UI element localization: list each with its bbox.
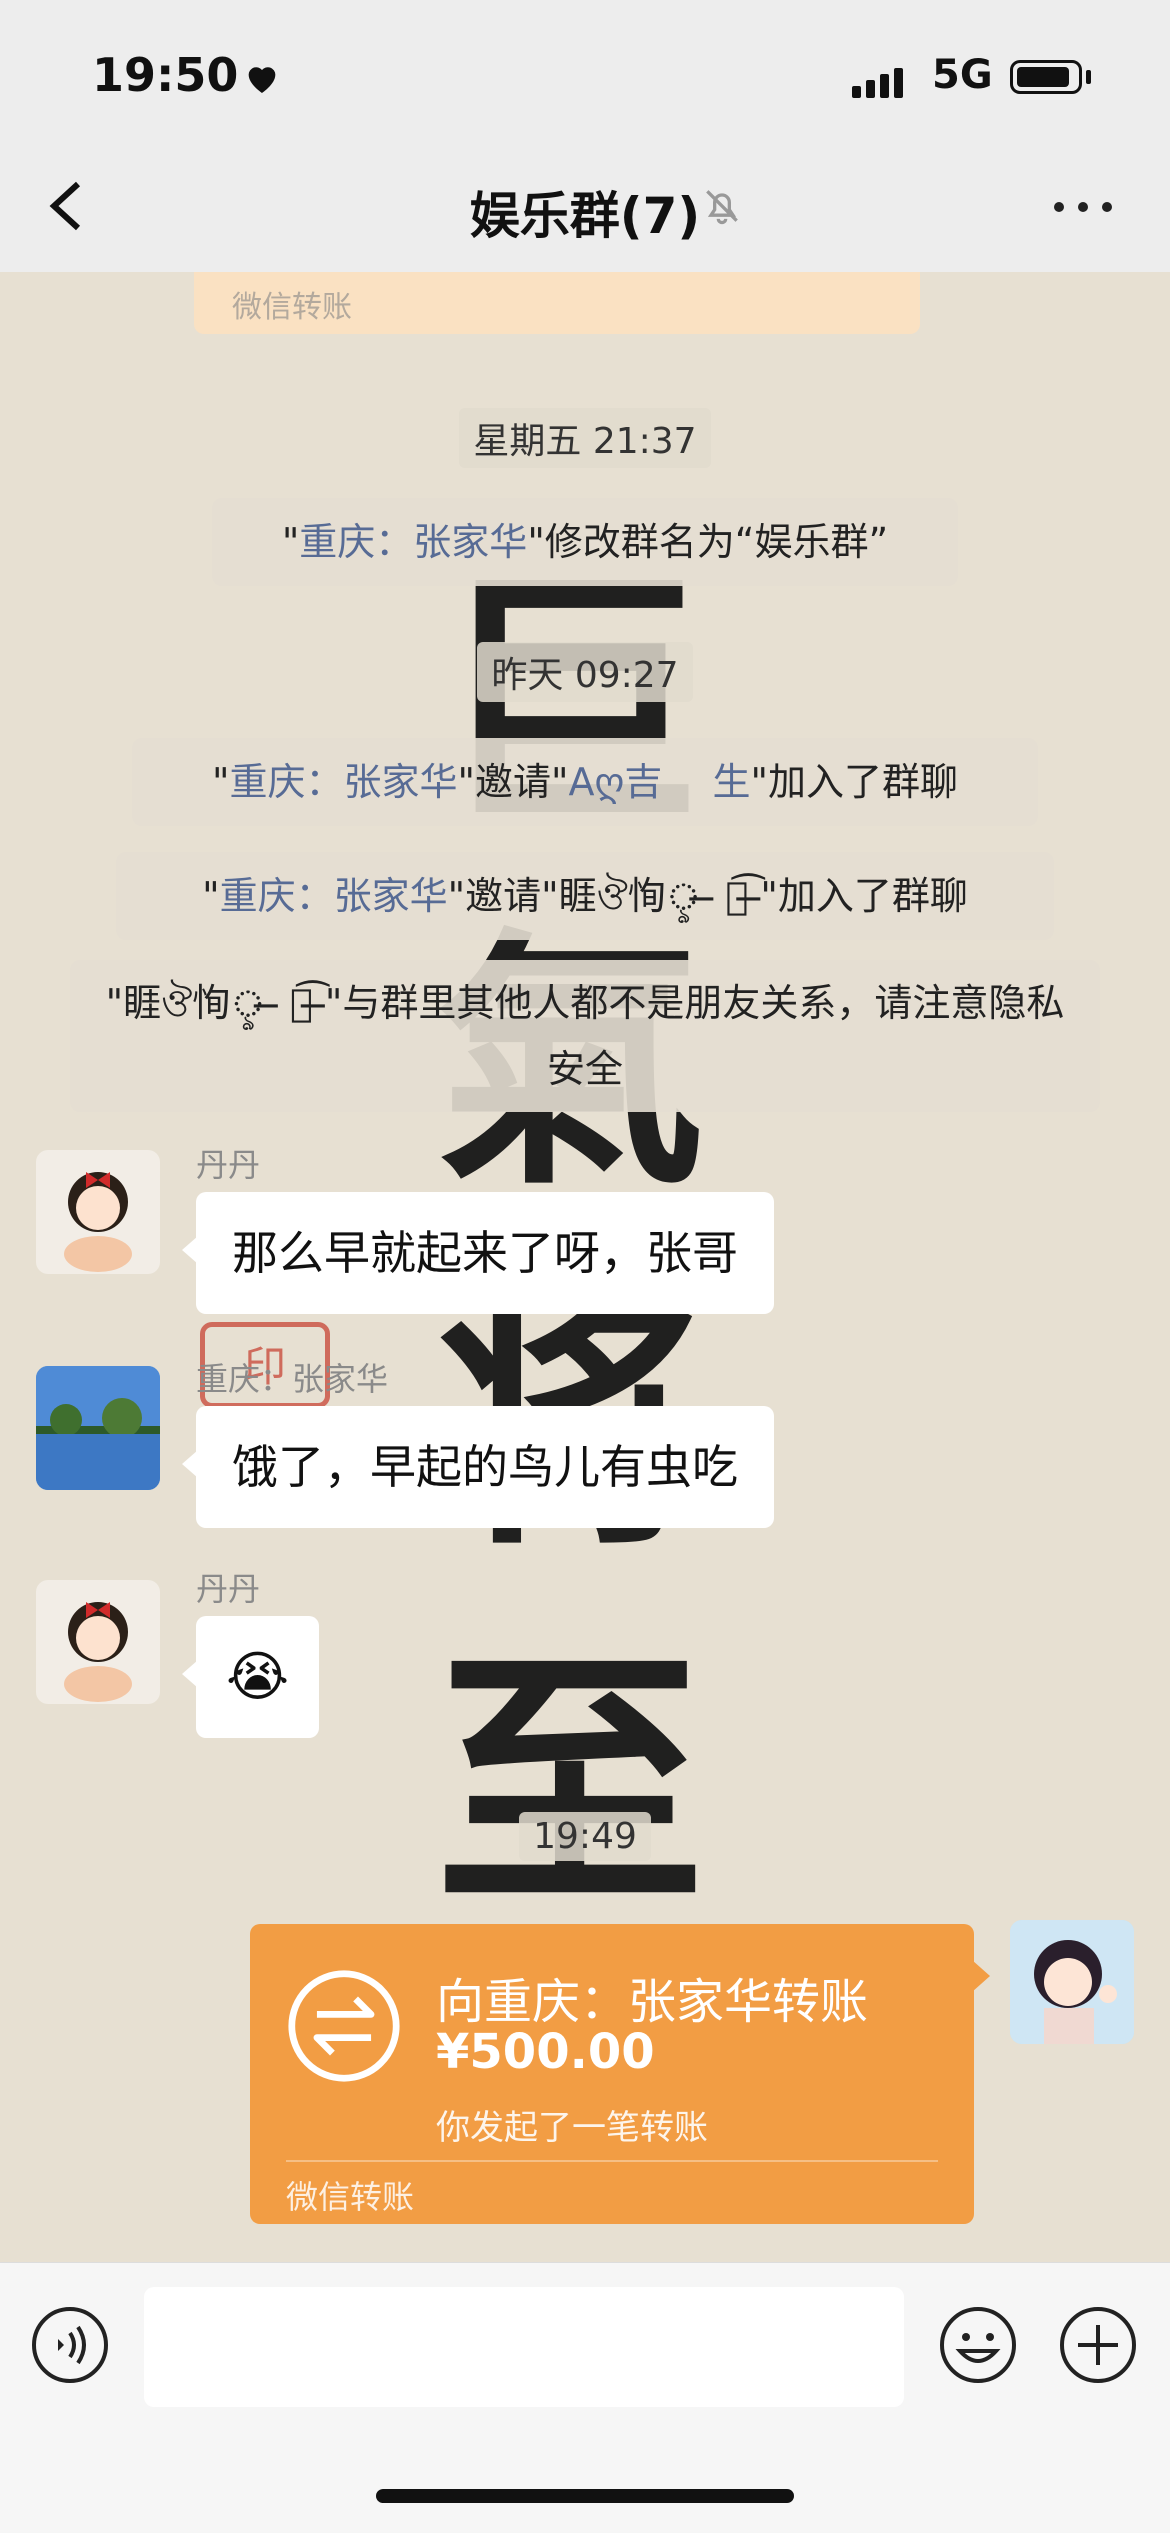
sender-name: 丹丹 [196, 1570, 261, 1608]
system-message-rename: "重庆：张家华"修改群名为“娱乐群” [212, 498, 958, 586]
chat-title: 娱乐群(7) [469, 187, 701, 245]
message-input[interactable] [144, 2287, 904, 2407]
timestamp: 19:49 [0, 1812, 1170, 1861]
message-bubble[interactable]: 饿了，早起的鸟儿有虫吃 [182, 1406, 774, 1528]
message-bubble[interactable]: 那么早就起来了呀，张哥 [182, 1192, 774, 1314]
name-link[interactable]: Aღ吉 生 [569, 760, 751, 804]
transfer-card[interactable]: 向重庆：张家华转账 ¥500.00 你发起了一笔转账 微信转账 [250, 1924, 990, 2224]
timestamp: 昨天 09:27 [0, 642, 1170, 702]
system-message-invite: "重庆：张家华"邀请"睚ঔ恂ৢ ̶ ั͡ ̶"加入了群聊 [116, 852, 1054, 940]
avatar[interactable] [36, 1150, 160, 1274]
transfer-footer: 微信转账 [286, 2178, 415, 2216]
previous-transfer-card[interactable]: 微信转账 [194, 272, 920, 334]
battery-icon [1010, 60, 1082, 94]
timestamp: 星期五 21:37 [0, 408, 1170, 468]
name-link[interactable]: 重庆：张家华 [220, 874, 448, 918]
top-bar: 19:50 5G 娱乐群(7) [0, 0, 1170, 272]
transfer-arrows-icon [288, 1970, 400, 2082]
divider [286, 2160, 938, 2162]
avatar[interactable] [36, 1366, 160, 1490]
sender-name: 丹丹 [196, 1146, 261, 1184]
heart-icon [248, 67, 276, 93]
name-link[interactable]: 重庆：张家华 [299, 520, 527, 564]
name-link[interactable]: 重庆：张家华 [230, 760, 458, 804]
previous-transfer-label: 微信转账 [232, 290, 352, 325]
chat-area[interactable]: 巨氣将至 印 微信转账 星期五 21:37 "重庆：张家华"修改群名为“娱乐群”… [0, 272, 1170, 2262]
status-time: 19:50 [92, 48, 239, 102]
avatar[interactable] [36, 1580, 160, 1704]
transfer-subtitle: 你发起了一笔转账 [436, 2108, 708, 2148]
sender-name: 重庆：张家华 [196, 1360, 389, 1398]
system-message-privacy: "睚ঔ恂ৢ ̶ ั͡ ̶"与群里其他人都不是朋友关系，请注意隐私安全 [70, 960, 1100, 1112]
input-bar [0, 2262, 1170, 2533]
network-type: 5G [932, 52, 993, 98]
emoji-icon[interactable] [938, 2305, 1018, 2385]
transfer-amount: ¥500.00 [436, 2024, 655, 2080]
home-indicator [376, 2489, 794, 2503]
system-message-invite: "重庆：张家华"邀请"Aღ吉 生"加入了群聊 [132, 738, 1038, 826]
voice-icon[interactable] [30, 2305, 110, 2385]
transfer-title: 向重庆：张家华转账 [436, 1974, 869, 2030]
more-icon[interactable] [1054, 196, 1114, 216]
message-bubble-emoji[interactable]: 😭 [181, 1616, 320, 1738]
mute-bell-icon [706, 190, 738, 225]
plus-icon[interactable] [1058, 2305, 1138, 2385]
avatar-self[interactable] [1010, 1920, 1134, 2044]
